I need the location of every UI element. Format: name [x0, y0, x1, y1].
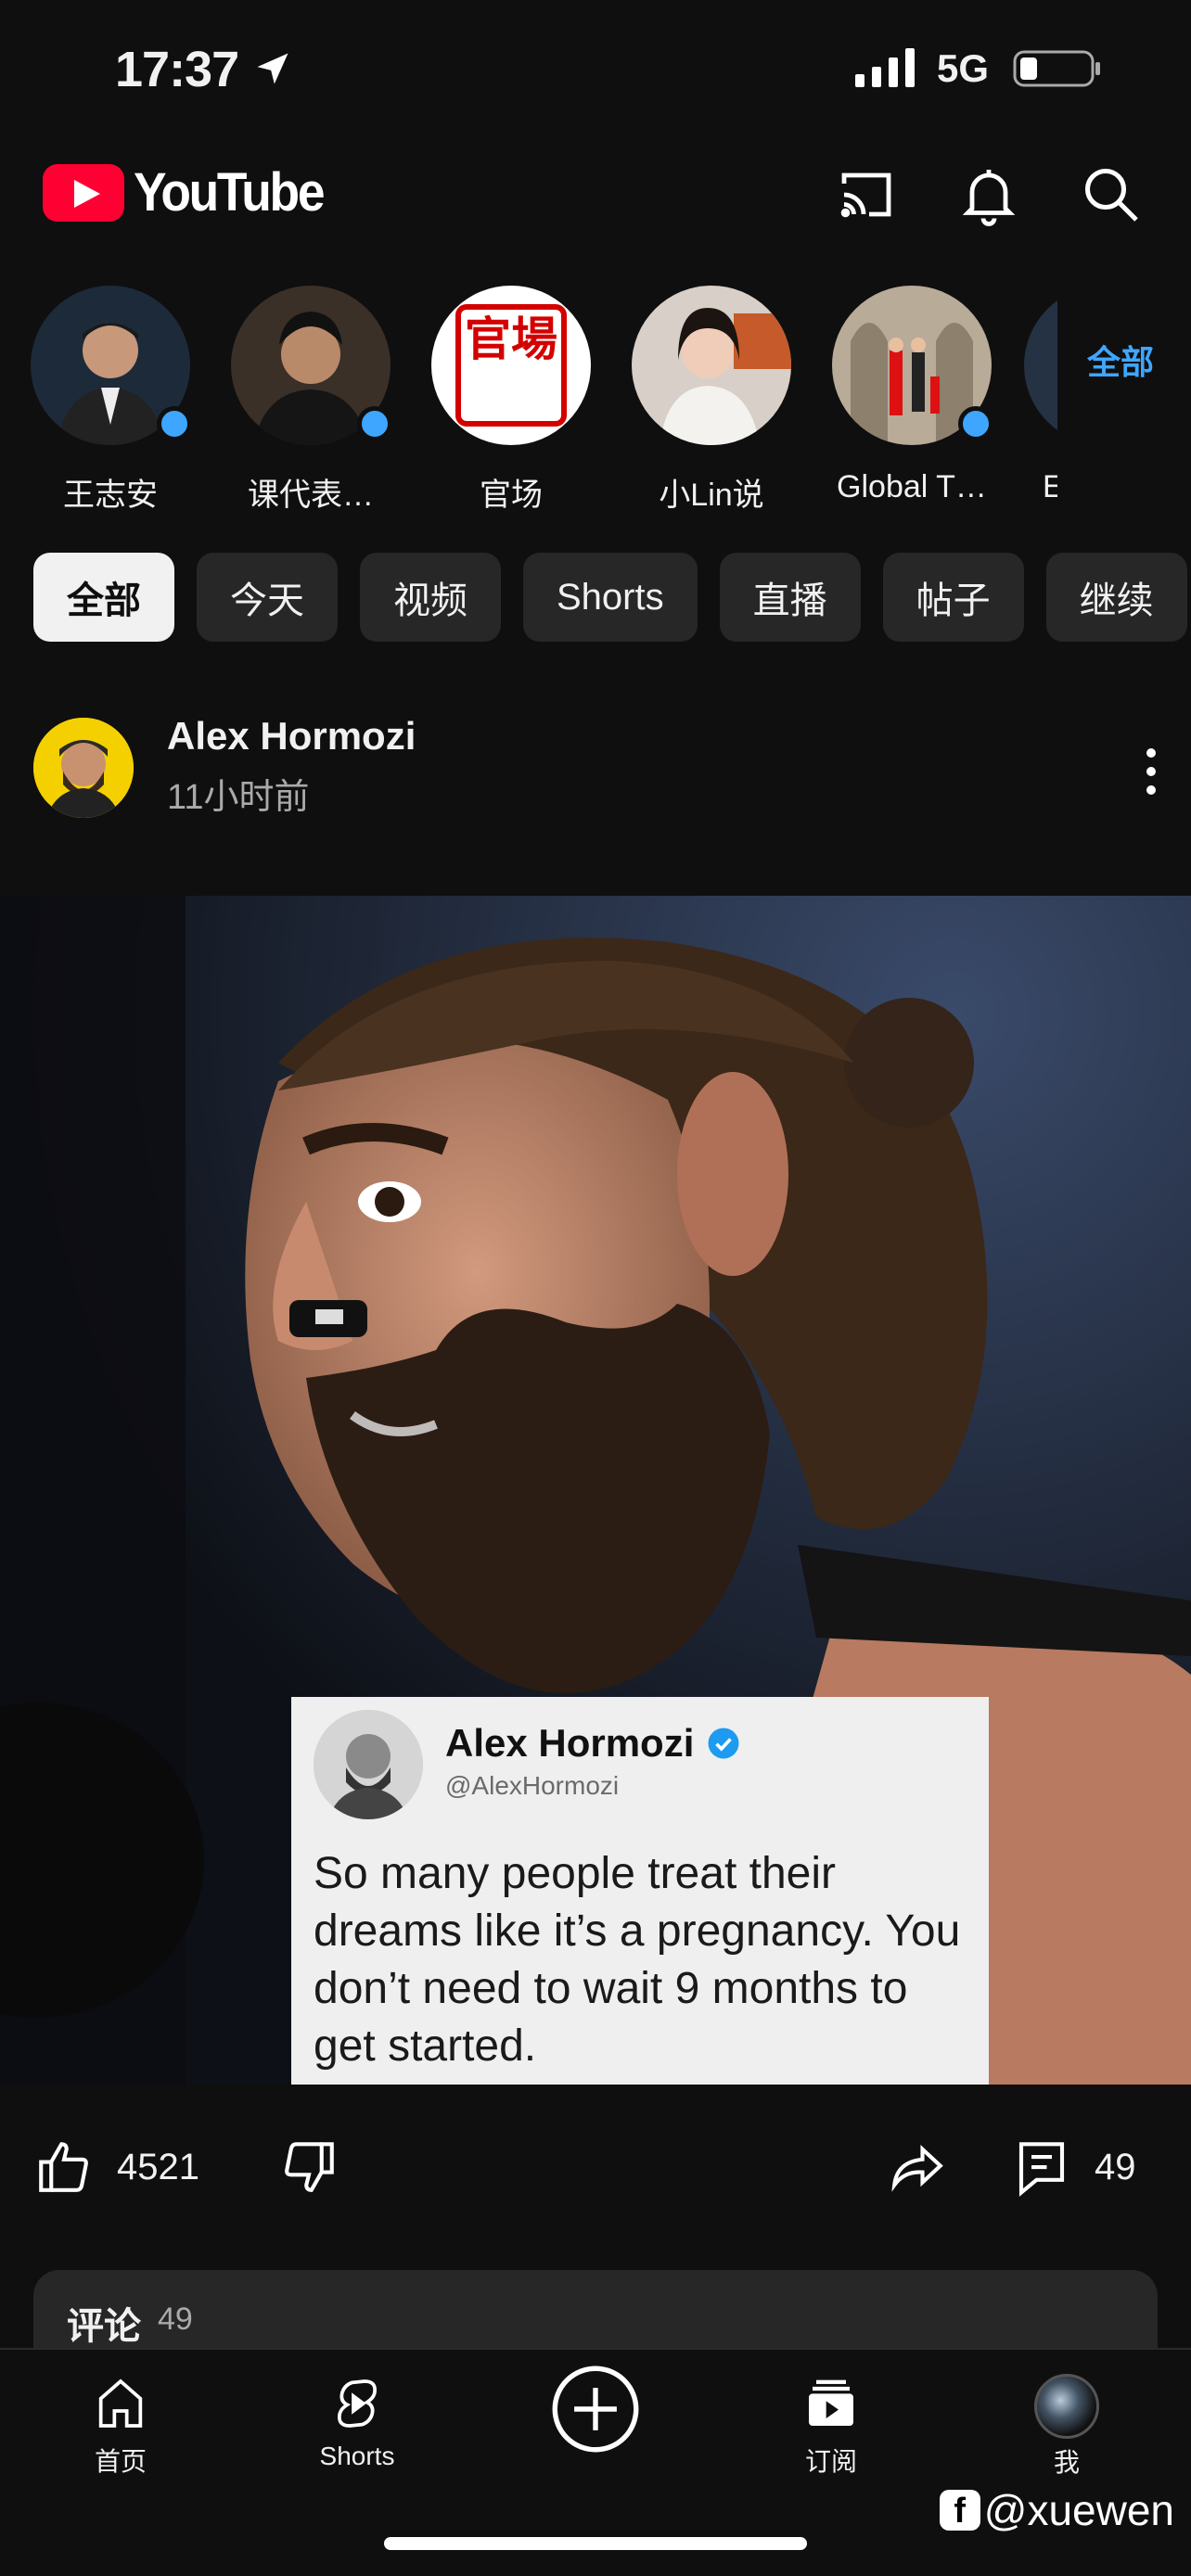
chip-live[interactable]: 直播 [719, 553, 861, 642]
nav-subscriptions[interactable]: 订阅 [738, 2374, 924, 2479]
channel-name: E [1043, 469, 1057, 504]
notifications-bell-icon[interactable] [955, 161, 1022, 228]
thumbs-down-icon [285, 2142, 334, 2192]
nav-shorts[interactable]: Shorts [264, 2374, 450, 2471]
like-count: 4521 [117, 2146, 199, 2187]
home-icon [98, 2378, 143, 2428]
subscription-channel[interactable]: Global T… [824, 286, 1000, 505]
facebook-icon: f [939, 2490, 980, 2531]
channel-name: 王志安 [63, 478, 158, 513]
search-icon[interactable] [1078, 161, 1145, 228]
comment-icon [1018, 2142, 1065, 2197]
tweet-author-avatar [314, 1710, 423, 1819]
logo-text: YouTube [134, 162, 326, 223]
comments-title: 评论 [67, 2306, 141, 2347]
post-actions: 4521 49 [0, 2123, 1191, 2216]
nav-home[interactable]: 首页 [28, 2374, 213, 2479]
chip-videos[interactable]: 视频 [360, 553, 501, 642]
subscriptions-row: 王志安 课代表… 官場 官场 小Lin说 Global T… E 全部 [0, 278, 1191, 519]
tweet-author-name: Alex Hormozi [445, 1721, 695, 1765]
tweet-text: So many people treat their dreams like i… [314, 1849, 961, 2071]
cellular-signal-icon [855, 48, 915, 87]
channel-name: 课代表… [248, 478, 374, 513]
channel-avatar [31, 286, 192, 445]
tweet-author-row: Alex Hormozi [445, 1721, 740, 1766]
watermark-text: @xuewen [983, 2486, 1174, 2534]
dislike-button[interactable] [278, 2136, 339, 2198]
more-options-icon[interactable] [1139, 744, 1163, 799]
new-content-dot [958, 406, 993, 441]
subscription-channel[interactable]: E [1024, 286, 1057, 505]
nav-subscriptions-label: 订阅 [804, 2447, 857, 2476]
channel-logo-seal: 官場 [455, 304, 567, 427]
tweet-author-handle: @AlexHormozi [445, 1771, 620, 1800]
post-timestamp: 11小时前 [167, 778, 310, 817]
cast-icon[interactable] [833, 161, 900, 228]
subscriptions-icon [809, 2379, 853, 2426]
nav-home-label: 首页 [94, 2447, 147, 2476]
shorts-icon [338, 2379, 377, 2428]
chip-today[interactable]: 今天 [197, 553, 338, 642]
like-button[interactable]: 4521 [33, 2136, 199, 2198]
share-button[interactable] [887, 2136, 948, 2198]
user-avatar [1034, 2374, 1099, 2439]
quoted-tweet-card: Alex Hormozi @AlexHormozi So many people… [291, 1697, 989, 2085]
channel-name: 官场 [480, 478, 543, 513]
subscription-channel[interactable]: 官場 官场 [423, 286, 599, 515]
channel-name: Global T… [837, 469, 987, 504]
home-indicator[interactable] [384, 2537, 807, 2550]
verified-badge-icon [708, 1728, 739, 1759]
nav-me-label: 我 [1053, 2448, 1080, 2477]
chip-all[interactable]: 全部 [33, 553, 174, 642]
chip-continue[interactable]: 继续 [1045, 553, 1187, 642]
subscription-channel[interactable]: 小Lin说 [623, 286, 800, 515]
channel-avatar: 官場 [431, 286, 591, 445]
comments-button[interactable]: 49 [1011, 2136, 1136, 2198]
youtube-logo[interactable]: YouTube [43, 161, 339, 223]
subscription-channel[interactable]: 课代表… [223, 286, 399, 515]
new-content-dot [157, 406, 192, 441]
filter-chips: 全部 今天 视频 Shorts 直播 帖子 继续 [33, 553, 1187, 642]
thumbs-up-icon [39, 2142, 88, 2192]
nav-shorts-label: Shorts [319, 2442, 395, 2470]
channel-avatar [632, 286, 791, 445]
subscription-channel[interactable]: 王志安 [22, 286, 198, 515]
post-header: Alex Hormozi 11小时前 [0, 710, 1191, 831]
location-arrow-icon [257, 53, 288, 84]
channel-avatar [231, 286, 392, 445]
chip-posts[interactable]: 帖子 [882, 553, 1024, 642]
watermark: f @xuewen [939, 2485, 1174, 2535]
chip-shorts[interactable]: Shorts [523, 553, 698, 642]
all-subscriptions-link[interactable]: 全部 [1087, 336, 1154, 384]
status-time: 17:37 [115, 42, 239, 97]
status-bar: 17:37 5G [0, 0, 1191, 139]
channel-name: 小Lin说 [659, 478, 764, 513]
app-header: YouTube [0, 148, 1191, 250]
new-content-dot [357, 406, 392, 441]
channel-avatar [1024, 286, 1057, 445]
network-type: 5G [937, 46, 990, 90]
comment-count: 49 [1095, 2146, 1136, 2187]
nav-me[interactable]: 我 [974, 2374, 1159, 2480]
post-image[interactable]: Alex Hormozi @AlexHormozi So many people… [0, 896, 1191, 2085]
create-plus-icon[interactable] [549, 2363, 642, 2455]
post-author-name[interactable]: Alex Hormozi [167, 714, 416, 759]
battery-icon [1013, 50, 1100, 87]
youtube-play-icon [43, 163, 124, 222]
post-author-avatar[interactable] [33, 718, 134, 818]
share-arrow-icon [891, 2145, 943, 2192]
comments-panel-count: 49 [158, 2302, 193, 2337]
channel-avatar [832, 286, 993, 445]
